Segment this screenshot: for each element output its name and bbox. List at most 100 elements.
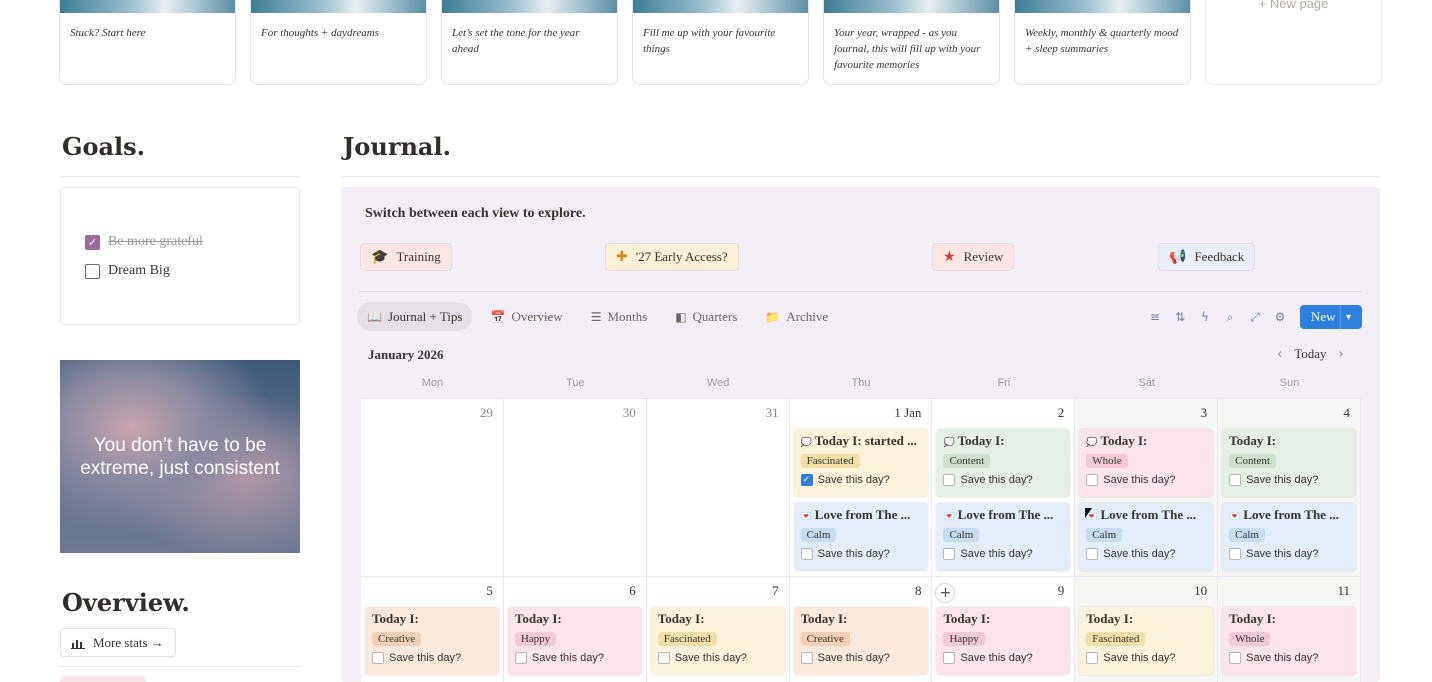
page-card-start[interactable]: Stuck? Start here xyxy=(59,0,236,85)
calendar-day[interactable]: 10 Today I: Fascinated Save this day? xyxy=(1075,576,1219,682)
settings-icon[interactable]: ⚙ xyxy=(1273,305,1287,329)
sort-icon[interactable]: ⇅ xyxy=(1173,305,1187,329)
save-day-checkbox[interactable]: Save this day? xyxy=(372,652,492,664)
save-day-checkbox[interactable]: Save this day? xyxy=(1229,548,1349,560)
search-icon[interactable]: ⌕ xyxy=(1223,305,1237,329)
calendar-day[interactable]: +9 Today I: Happy Save this day? xyxy=(932,576,1076,682)
checkbox-icon[interactable] xyxy=(1229,652,1242,664)
calendar-day[interactable]: 1 Jan 💭 Today I: started ... Fascinated ✓… xyxy=(789,398,933,576)
checkbox-checked-icon[interactable]: ✓ xyxy=(85,234,100,250)
calendar-day[interactable]: 30 xyxy=(503,398,647,576)
new-entry-button[interactable]: New ▾ xyxy=(1300,305,1362,329)
overview-chip[interactable] xyxy=(60,676,146,682)
journal-entry-card[interactable]: 💭 Today I: Content Save this day? xyxy=(936,429,1071,497)
save-day-checkbox[interactable]: Save this day? xyxy=(1086,474,1206,486)
save-day-checkbox[interactable]: Save this day? xyxy=(1229,474,1349,486)
checkbox-icon[interactable] xyxy=(657,652,670,664)
goal-item[interactable]: Dream Big xyxy=(85,263,170,279)
today-button[interactable]: Today xyxy=(1294,346,1326,362)
chevron-left-icon[interactable]: ‹ xyxy=(1277,347,1282,362)
calendar-day[interactable]: 7 Today I: Fascinated Save this day? xyxy=(646,576,790,682)
journal-entry-card[interactable]: Today I: Happy Save this day? xyxy=(507,607,642,675)
calendar-day[interactable]: 5 Today I: Creative Save this day? xyxy=(361,576,504,682)
journal-entry-card[interactable]: 💌 Love from The ... Calm Save this day? xyxy=(1222,503,1357,571)
save-day-checkbox[interactable]: ✓ Save this day? xyxy=(800,474,921,486)
save-day-checkbox[interactable]: Save this day? xyxy=(1086,652,1206,664)
journal-entry-card[interactable]: Today I: Creative Save this day? xyxy=(365,607,499,675)
journal-entry-card[interactable]: 💭 Today I: started ... Fascinated ✓ Save t… xyxy=(793,429,928,497)
journal-entry-card[interactable]: 💌 Love from The ... Calm Save this day? xyxy=(1079,503,1214,571)
page-card-year-ahead[interactable]: Let’s set the tone for the year ahead xyxy=(441,0,618,85)
expand-icon[interactable]: ⤢ xyxy=(1248,305,1262,329)
save-day-checkbox[interactable]: Save this day? xyxy=(1229,652,1349,664)
calendar-day[interactable]: 2 💭 Today I: Content Save this day? 💌 Love… xyxy=(932,398,1076,576)
goal-item[interactable]: ✓ Be more grateful xyxy=(85,234,203,250)
tab-overview[interactable]: 📅 Overview xyxy=(480,302,572,331)
save-day-checkbox[interactable]: Save this day? xyxy=(514,652,635,664)
calendar-day[interactable]: 6 Today I: Happy Save this day? xyxy=(503,576,647,682)
checkbox-icon[interactable] xyxy=(1086,652,1099,664)
calendar-day[interactable]: 29 xyxy=(361,398,504,576)
save-day-checkbox[interactable]: Save this day? xyxy=(657,652,778,664)
calendar-day[interactable]: 4 Today I: Content Save this day? 💌 Love … xyxy=(1218,398,1362,576)
filter-icon[interactable]: ≡ xyxy=(1148,305,1162,329)
calendar-day[interactable]: 31 xyxy=(646,398,790,576)
page-card-summaries[interactable]: Weekly, monthly & quarterly mood + sleep… xyxy=(1014,0,1191,85)
tab-archive[interactable]: 📁 Archive xyxy=(755,302,838,331)
add-entry-plus-icon[interactable]: + xyxy=(935,583,956,603)
tab-label: Archive xyxy=(786,308,829,324)
checkbox-icon[interactable] xyxy=(943,652,956,664)
calendar-icon: 📅 xyxy=(490,309,506,324)
checkbox-checked-icon[interactable]: ✓ xyxy=(800,474,813,486)
journal-entry-card[interactable]: 💌 Love from The ... Calm Save this day? xyxy=(793,503,928,571)
board-icon: ◧ xyxy=(675,309,687,324)
calendar-day[interactable]: 3 💭 Today I: Whole Save this day? 💌 Love f… xyxy=(1075,398,1219,576)
tab-journal-tips[interactable]: 📖 Journal + Tips xyxy=(357,302,473,331)
journal-entry-card[interactable]: Today I: Fascinated Save this day? xyxy=(650,607,785,675)
save-day-checkbox[interactable]: Save this day? xyxy=(943,548,1063,560)
day-number: 11 xyxy=(1337,583,1351,598)
mood-tag: Calm xyxy=(800,528,837,542)
journal-entry-card[interactable]: Today I: Creative Save this day? xyxy=(793,607,928,675)
save-day-checkbox[interactable]: Save this day? xyxy=(943,652,1063,664)
review-button[interactable]: ★ Review xyxy=(932,243,1015,271)
more-stats-button[interactable]: More stats → xyxy=(60,628,176,657)
day-number: 5 xyxy=(486,583,493,598)
journal-entry-card[interactable]: Today I: Happy Save this day? xyxy=(936,607,1071,675)
page-card-thoughts[interactable]: For thoughts + daydreams xyxy=(250,0,427,85)
automation-icon[interactable]: ϟ xyxy=(1198,305,1212,329)
training-button[interactable]: 🎓 Training xyxy=(360,243,452,271)
save-day-checkbox[interactable]: Save this day? xyxy=(943,474,1063,486)
journal-entry-card[interactable]: 💌 Love from The ... Calm Save this day? xyxy=(936,503,1071,571)
calendar-week: 29 30 31 1 Jan 💭 Today I: started ... Fas… xyxy=(361,398,1362,576)
page-card-wrapped[interactable]: Your year, wrapped - as you journal, thi… xyxy=(823,0,1000,85)
journal-entry-card[interactable]: Today I: Content Save this day? xyxy=(1222,429,1357,497)
checkbox-icon[interactable] xyxy=(85,263,100,279)
checkbox-icon[interactable] xyxy=(372,652,384,664)
checkbox-icon[interactable] xyxy=(514,652,527,664)
new-page-card[interactable]: + New page xyxy=(1205,0,1382,85)
chevron-down-icon[interactable]: ▾ xyxy=(1340,305,1351,329)
calendar-day[interactable]: 11 Today I: Whole Save this day? xyxy=(1218,576,1362,682)
early-access-button[interactable]: ✚ '27 Early Access? xyxy=(605,243,739,271)
journal-entry-card[interactable]: Today I: Whole Save this day? xyxy=(1222,607,1357,675)
feedback-button[interactable]: 📢 Feedback xyxy=(1158,243,1256,271)
checkbox-icon[interactable] xyxy=(943,548,956,560)
checkbox-icon[interactable] xyxy=(943,474,956,486)
checkbox-icon[interactable] xyxy=(800,548,813,560)
checkbox-icon[interactable] xyxy=(1229,548,1242,560)
page-card-favourites[interactable]: Fill me up with your favourite things xyxy=(632,0,809,85)
save-day-checkbox[interactable]: Save this day? xyxy=(800,548,921,560)
save-day-checkbox[interactable]: Save this day? xyxy=(1086,548,1206,560)
checkbox-icon[interactable] xyxy=(1229,474,1242,486)
calendar-day[interactable]: 8 Today I: Creative Save this day? xyxy=(789,576,933,682)
save-day-checkbox[interactable]: Save this day? xyxy=(800,652,921,664)
tab-quarters[interactable]: ◧ Quarters xyxy=(665,302,747,331)
checkbox-icon[interactable] xyxy=(1086,548,1099,560)
tab-months[interactable]: ☰ Months xyxy=(581,302,658,331)
checkbox-icon[interactable] xyxy=(1086,474,1099,486)
journal-entry-card[interactable]: Today I: Fascinated Save this day? xyxy=(1079,607,1214,675)
checkbox-icon[interactable] xyxy=(800,652,813,664)
chevron-right-icon[interactable]: › xyxy=(1339,347,1344,362)
journal-entry-card[interactable]: 💭 Today I: Whole Save this day? xyxy=(1079,429,1214,497)
